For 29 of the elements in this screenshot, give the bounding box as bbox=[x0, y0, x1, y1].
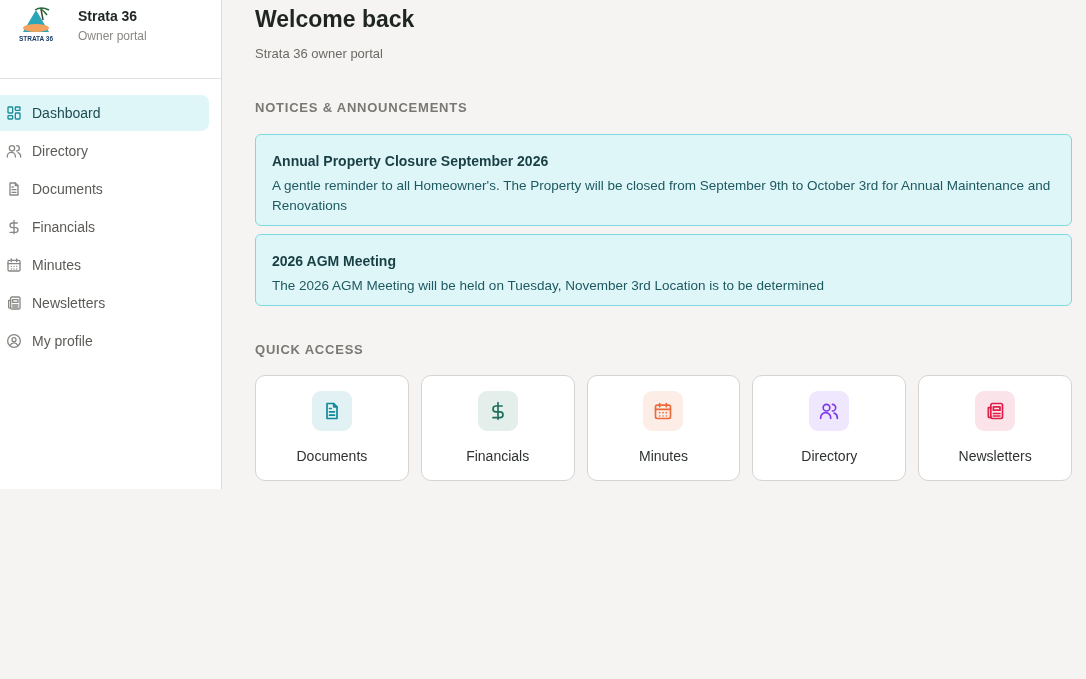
notice-text: The 2026 AGM Meeting will be held on Tuesday, November 3rd Location is to be determined bbox=[272, 276, 826, 295]
nav-item[interactable]: My profile bbox=[0, 323, 209, 359]
quick-access-tile[interactable]: Documents bbox=[255, 375, 409, 482]
quick-access-tile[interactable]: Minutes bbox=[586, 375, 741, 482]
section-heading: QUICK ACCESS bbox=[255, 340, 365, 359]
nav-item[interactable]: Dashboard bbox=[0, 95, 209, 131]
nav-item[interactable]: Documents bbox=[0, 171, 209, 207]
document-icon bbox=[6, 181, 22, 197]
dollar-icon bbox=[6, 219, 22, 235]
brand-subtitle: Owner portal bbox=[78, 28, 147, 45]
nav-item[interactable]: Directory bbox=[0, 133, 209, 169]
people-icon bbox=[6, 143, 22, 159]
quick-access-tile[interactable]: Newsletters bbox=[918, 375, 1072, 482]
page-subtitle: Strata 36 owner portal bbox=[255, 44, 384, 63]
calendar-icon bbox=[6, 257, 22, 273]
nav-item[interactable]: Minutes bbox=[0, 247, 209, 283]
notice-text: A gentle reminder to all Homeowner's. The Property will be closed from September 9th to October 3rd for Annual Maintenance and Renovations bbox=[272, 176, 1052, 215]
nav-item[interactable]: Newsletters bbox=[0, 285, 209, 321]
grid-icon bbox=[6, 105, 22, 121]
profile-icon bbox=[6, 333, 22, 349]
quick-access-tile[interactable]: Financials bbox=[420, 375, 575, 482]
notice-title: Annual Property Closure September 2026 bbox=[272, 151, 550, 171]
nav-item[interactable]: Financials bbox=[0, 209, 209, 245]
newspaper-icon bbox=[6, 295, 22, 311]
notice-title: 2026 AGM Meeting bbox=[272, 251, 397, 271]
page-title: Welcome back bbox=[255, 6, 416, 34]
brand-name: Strata 36 bbox=[78, 7, 139, 26]
section-heading: NOTICES & ANNOUNCEMENTS bbox=[255, 99, 469, 118]
quick-access-tile[interactable]: Directory bbox=[752, 375, 907, 482]
